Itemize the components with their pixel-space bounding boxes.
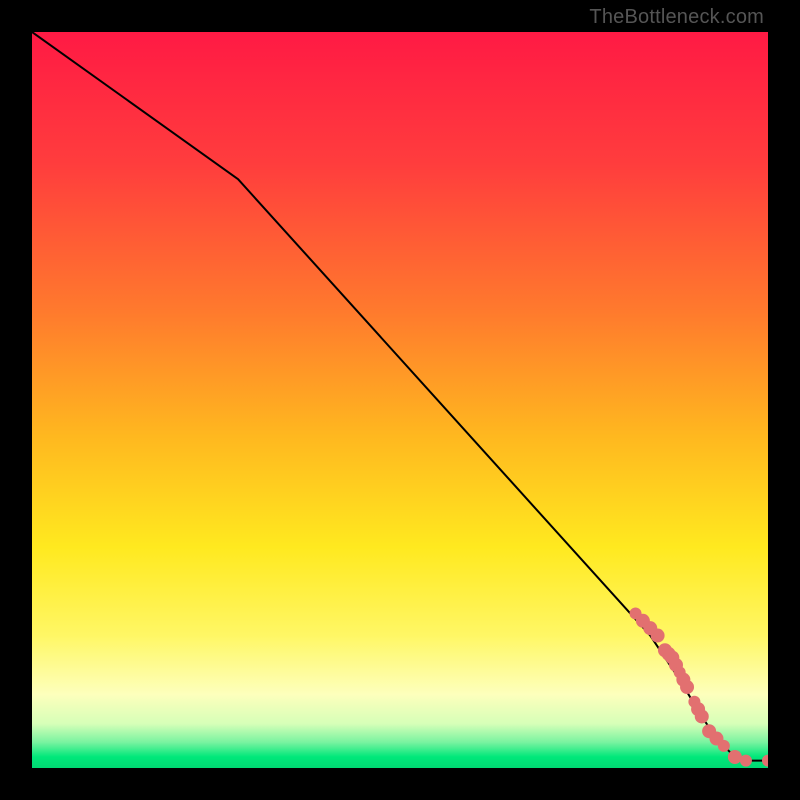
gradient-background xyxy=(32,32,768,768)
chart-stage: TheBottleneck.com xyxy=(0,0,800,800)
data-point xyxy=(728,750,742,764)
data-point xyxy=(651,629,665,643)
data-point xyxy=(680,680,694,694)
data-point xyxy=(740,755,752,767)
watermark-text: TheBottleneck.com xyxy=(589,6,764,29)
data-point xyxy=(718,740,730,752)
chart-svg xyxy=(32,32,768,768)
data-point xyxy=(695,709,709,723)
plot-area xyxy=(32,32,768,768)
